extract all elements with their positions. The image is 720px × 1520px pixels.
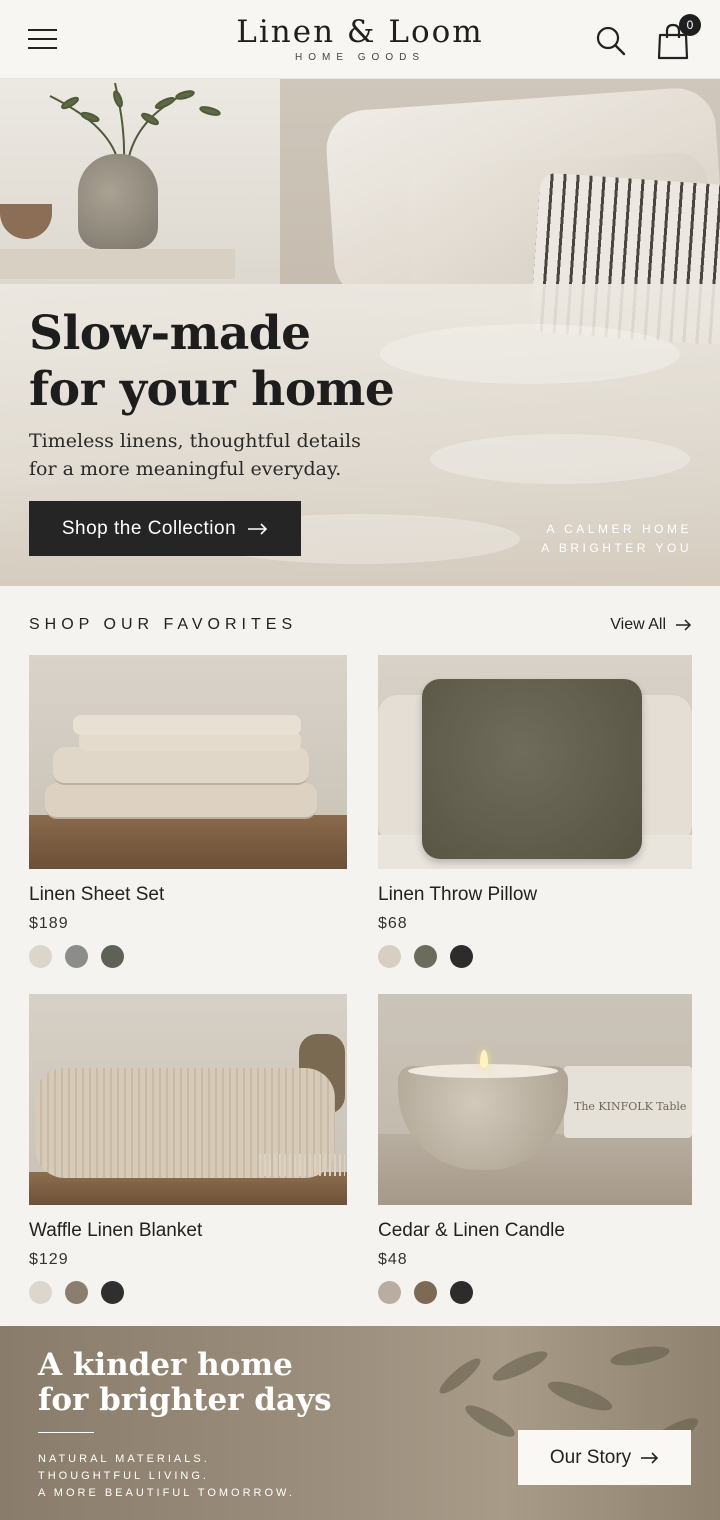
our-story-button[interactable]: Our Story: [518, 1430, 691, 1485]
arrow-right-icon: [248, 522, 268, 535]
product-image-candle[interactable]: The KINFOLK Table: [378, 994, 692, 1205]
product-card[interactable]: Waffle Linen Blanket $129: [29, 994, 347, 1304]
hero-title: Slow-made for your home: [29, 306, 395, 418]
hero-nightstand: [0, 249, 235, 279]
shopping-bag-button[interactable]: 0: [656, 14, 702, 60]
hero-plant-stems: [49, 82, 221, 161]
hero-subtitle: Timeless linens, thoughtful details for …: [29, 427, 361, 483]
promo-divider: [38, 1432, 94, 1433]
color-swatch[interactable]: [414, 1281, 437, 1304]
color-swatch[interactable]: [65, 945, 88, 968]
hero-subtitle-line: Timeless linens, thoughtful details: [29, 430, 361, 452]
hero-title-line: for your home: [29, 362, 395, 417]
favorites-heading: SHOP OUR FAVORITES: [29, 616, 298, 633]
arrow-right-icon: [676, 619, 692, 631]
candle-flame: [480, 1050, 488, 1068]
color-swatches: [29, 945, 347, 968]
product-image-waffle-blanket[interactable]: [29, 994, 347, 1205]
color-swatches: [378, 1281, 692, 1304]
promo-values: NATURAL MATERIALS. THOUGHTFUL LIVING. A …: [38, 1451, 295, 1502]
view-all-label: View All: [610, 616, 666, 633]
hero-subtitle-line: for a more meaningful everyday.: [29, 458, 342, 480]
color-swatch[interactable]: [450, 1281, 473, 1304]
promo-title: A kinder home for brighter days: [38, 1348, 332, 1418]
search-icon[interactable]: [594, 24, 628, 58]
color-swatch[interactable]: [378, 945, 401, 968]
cart-count-badge: 0: [679, 14, 701, 36]
product-image-throw-pillow[interactable]: [378, 655, 692, 869]
shop-collection-button[interactable]: Shop the Collection: [29, 501, 301, 556]
hero-title-line: Slow-made: [29, 306, 311, 361]
our-story-label: Our Story: [549, 1446, 632, 1468]
hero-vase: [78, 154, 158, 249]
hero-tagline-line: A CALMER HOME: [546, 522, 692, 536]
promo-title-line: for brighter days: [38, 1382, 332, 1418]
shop-collection-label: Shop the Collection: [61, 517, 237, 539]
product-card[interactable]: The KINFOLK Table Cedar & Linen Candle $…: [378, 994, 692, 1304]
color-swatch[interactable]: [65, 1281, 88, 1304]
hero-tagline-line: A BRIGHTER YOU: [541, 541, 692, 555]
site-header: Linen & Loom HOME GOODS 0: [0, 0, 720, 79]
product-price: $68: [378, 915, 408, 932]
product-card[interactable]: Linen Sheet Set $189: [29, 655, 347, 968]
product-price: $189: [29, 915, 69, 932]
product-card[interactable]: Linen Throw Pillow $68: [378, 655, 692, 968]
color-swatch[interactable]: [378, 1281, 401, 1304]
promo-value-line: NATURAL MATERIALS.: [38, 1453, 210, 1465]
product-image-sheet-set[interactable]: [29, 655, 347, 869]
arrow-right-icon: [641, 1451, 659, 1464]
book-spine-text: The KINFOLK Table: [574, 1100, 687, 1113]
promo-value-line: THOUGHTFUL LIVING.: [38, 1470, 209, 1482]
product-name[interactable]: Linen Sheet Set: [29, 884, 347, 906]
view-all-link[interactable]: View All: [610, 616, 692, 634]
plant-leaves-decoration: [439, 1346, 699, 1467]
brand-story-banner: A kinder home for brighter days NATURAL …: [0, 1326, 720, 1520]
promo-value-line: A MORE BEAUTIFUL TOMORROW.: [38, 1487, 295, 1499]
color-swatch[interactable]: [29, 1281, 52, 1304]
product-price: $48: [378, 1251, 408, 1268]
promo-title-line: A kinder home: [38, 1347, 293, 1383]
color-swatch[interactable]: [101, 1281, 124, 1304]
color-swatches: [378, 945, 692, 968]
product-name[interactable]: Cedar & Linen Candle: [378, 1220, 692, 1242]
color-swatches: [29, 1281, 347, 1304]
hero-tagline: A CALMER HOME A BRIGHTER YOU: [541, 520, 692, 558]
color-swatch[interactable]: [29, 945, 52, 968]
product-name[interactable]: Waffle Linen Blanket: [29, 1220, 347, 1242]
color-swatch[interactable]: [450, 945, 473, 968]
product-price: $129: [29, 1251, 69, 1268]
product-name[interactable]: Linen Throw Pillow: [378, 884, 692, 906]
hero-banner: Slow-made for your home Timeless linens,…: [0, 79, 720, 586]
color-swatch[interactable]: [414, 945, 437, 968]
color-swatch[interactable]: [101, 945, 124, 968]
